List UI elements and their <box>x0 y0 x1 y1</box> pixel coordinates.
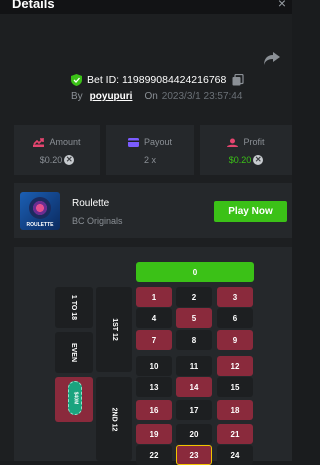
payout-value: 2 x <box>143 155 156 165</box>
roulette-cell: 15 <box>217 377 253 397</box>
profit-label: Profit <box>243 137 265 147</box>
roulette-cell: 7 <box>136 330 172 350</box>
payout-icon <box>127 137 139 147</box>
username-link[interactable]: poyupuri <box>90 91 133 102</box>
roulette-cell: 17 <box>176 400 212 420</box>
payout-label: Payout <box>143 137 173 147</box>
roulette-wheel-icon <box>29 197 51 219</box>
roulette-cell: 14 <box>176 377 212 397</box>
bet-even: EVEN <box>55 332 93 373</box>
amount-value: $0.20 <box>39 155 63 165</box>
bet-1-to-18: 1 TO 18 <box>55 287 93 328</box>
shield-check-icon <box>71 74 82 86</box>
header-bar: Details × <box>0 0 292 14</box>
roulette-cell: 18 <box>217 400 253 420</box>
thumbnail-label: ROULETTE <box>26 222 54 228</box>
coin-icon: ✕ <box>64 155 75 165</box>
amount-icon <box>33 137 45 147</box>
amount-label: Amount <box>49 137 81 147</box>
bet-even-label: EVEN <box>70 342 78 363</box>
game-name: Roulette <box>72 198 110 209</box>
dozen-1-label: 1ST 12 <box>110 318 118 341</box>
bet-chip: $40M <box>68 381 82 415</box>
bet-date: 2023/3/1 23:57:44 <box>161 91 243 102</box>
copy-icon[interactable] <box>232 74 244 86</box>
bet-meta-row: By poyupuri On 2023/3/1 23:57:44 <box>71 91 242 102</box>
coin-icon: ✕ <box>253 155 264 165</box>
on-label: On <box>144 91 158 102</box>
share-icon[interactable] <box>263 50 281 66</box>
roulette-cell: 8 <box>176 330 212 350</box>
roulette-cell: 3 <box>217 287 253 307</box>
roulette-cell-winning: 23 <box>176 445 212 465</box>
bet-1-to-18-label: 1 TO 18 <box>70 294 78 321</box>
profit-value: $0.20 <box>228 155 252 165</box>
by-label: By <box>71 91 83 102</box>
dozen-1st-12: 1ST 12 <box>96 287 132 372</box>
play-now-button[interactable]: Play Now <box>214 201 287 222</box>
game-thumbnail[interactable]: ROULETTE <box>20 192 60 230</box>
bet-id-row: Bet ID: 119899084424216768 <box>71 72 244 88</box>
roulette-cell: 6 <box>217 308 253 328</box>
roulette-cell: 20 <box>176 424 212 444</box>
roulette-cell: 9 <box>217 330 253 350</box>
dozen-2-label: 2ND 12 <box>110 407 118 431</box>
profit-icon <box>227 138 239 147</box>
roulette-cell: 4 <box>136 308 172 328</box>
payout-stat: Payout 2 x <box>106 125 194 175</box>
dozen-2nd-12: 2ND 12 <box>96 377 132 461</box>
roulette-cell: 11 <box>176 356 212 376</box>
roulette-cell-0: 0 <box>136 262 254 282</box>
game-card: ROULETTE Roulette BC Originals Play Now <box>14 183 292 238</box>
bet-id: Bet ID: 119899084424216768 <box>87 74 227 86</box>
roulette-cell: 12 <box>217 356 253 376</box>
roulette-cell: 2 <box>176 287 212 307</box>
profit-stat: Profit $0.20 ✕ <box>200 125 292 175</box>
roulette-cell: 5 <box>176 308 212 328</box>
roulette-cell: 22 <box>136 445 172 465</box>
roulette-cell: 21 <box>217 424 253 444</box>
roulette-cell: 1 <box>136 287 172 307</box>
close-button[interactable]: × <box>278 0 286 11</box>
game-provider: BC Originals <box>72 216 123 226</box>
roulette-cell: 13 <box>136 377 172 397</box>
roulette-cell: 19 <box>136 424 172 444</box>
chip-label: $40M <box>72 391 79 405</box>
roulette-cell: 16 <box>136 400 172 420</box>
roulette-cell: 10 <box>136 356 172 376</box>
page-title: Details <box>12 0 55 11</box>
roulette-cell: 24 <box>217 445 253 465</box>
bet-stats: Amount $0.20 ✕ Payout 2 x Profit $0.20 ✕ <box>14 125 292 175</box>
amount-stat: Amount $0.20 ✕ <box>14 125 100 175</box>
